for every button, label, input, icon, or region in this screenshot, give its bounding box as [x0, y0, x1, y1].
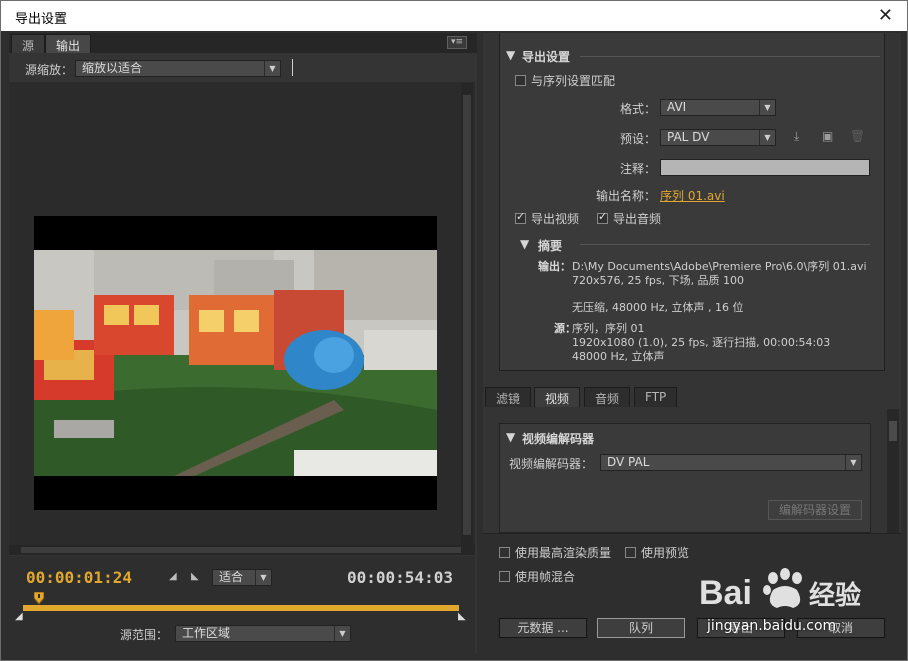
scroll-thumb[interactable] [889, 421, 897, 441]
playhead-icon[interactable] [34, 592, 44, 606]
video-codec-dropdown[interactable]: DV PAL ▼ [600, 454, 862, 471]
divider [292, 59, 293, 76]
tab-video[interactable]: 视频 [534, 387, 581, 407]
comments-label: 注释： [620, 162, 657, 176]
collapse-arrow-icon[interactable]: ▼ [506, 430, 515, 444]
scroll-thumb[interactable] [463, 95, 471, 535]
export-audio-label: 导出音频 [613, 212, 662, 226]
chevron-down-icon: ▼ [759, 130, 775, 145]
output-name-link[interactable]: 序列 01.avi [660, 187, 725, 204]
tab-source[interactable]: 源 [11, 34, 46, 53]
export-options: 使用最高渲染质量 使用预览 使用帧混合 元数据 ... 队列 导出 取消 [483, 533, 901, 653]
chevron-down-icon: ▼ [759, 100, 775, 115]
collapse-arrow-icon[interactable]: ▼ [520, 237, 529, 251]
codec-settings-button[interactable]: 编解码器设置 [768, 500, 862, 520]
summary-output-key: 输出： [538, 260, 571, 273]
match-sequence-checkbox[interactable] [515, 75, 526, 86]
fit-value: 适合 [219, 570, 244, 584]
format-dropdown[interactable]: AVI ▼ [660, 99, 776, 116]
format-value: AVI [667, 100, 687, 114]
queue-button[interactable]: 队列 [597, 618, 685, 638]
video-viewer [9, 82, 475, 545]
settings-panel: ▼ 导出设置 与序列设置匹配 格式： AVI ▼ 预设： PAL DV ▼ ⤓ … [483, 33, 901, 653]
video-codec-value: DV PAL [607, 455, 650, 469]
mark-in-icon[interactable]: ◢ [169, 571, 177, 582]
export-settings-dialog: 导出设置 ✕ 源 输出 ▾≡ 源缩放： 缩放以适合 ▼ 00:00:01:24 … [0, 0, 908, 661]
settings-scrollbar[interactable] [887, 409, 899, 533]
work-area-start-handle[interactable]: ◢ [15, 611, 23, 622]
window-title: 导出设置 [15, 12, 68, 27]
viewer-horizontal-scrollbar[interactable] [9, 545, 475, 555]
use-previews-label: 使用预览 [641, 546, 690, 560]
mark-out-icon[interactable]: ◣ [191, 571, 199, 582]
source-range-dropdown[interactable]: 工作区域 ▼ [175, 625, 351, 642]
watermark-url: jingyan.baidu.com [707, 618, 837, 634]
tab-ftp[interactable]: FTP [634, 387, 678, 407]
export-audio-checkbox[interactable] [597, 210, 608, 224]
save-preset-icon[interactable]: ⤓ [794, 129, 799, 144]
chevron-down-icon: ▼ [255, 570, 271, 585]
preview-tabs: 源 输出 ▾≡ [9, 33, 477, 53]
max-render-quality-label: 使用最高渲染质量 [515, 546, 612, 560]
chevron-down-icon: ▼ [264, 61, 280, 76]
summary-source-line: 48000 Hz, 立体声 [572, 350, 665, 363]
preset-value: PAL DV [667, 130, 710, 144]
collapse-arrow-icon[interactable]: ▼ [506, 48, 515, 62]
frame-blending-label: 使用帧混合 [515, 570, 576, 584]
tab-filters[interactable]: 滤镜 [485, 387, 532, 407]
export-video-label: 导出视频 [531, 212, 580, 226]
settings-tabs: 滤镜 视频 音频 FTP [483, 387, 901, 407]
tab-output[interactable]: 输出 [45, 34, 92, 53]
summary-output-line: 无压缩, 48000 Hz, 立体声 , 16 位 [572, 301, 744, 314]
close-icon[interactable]: ✕ [878, 5, 893, 26]
video-frame [34, 250, 437, 476]
source-scale-label: 源缩放： [25, 63, 74, 77]
title-bar: 导出设置 ✕ [1, 1, 907, 31]
summary-output-line: 720x576, 25 fps, 下场, 品质 100 [572, 274, 745, 287]
divider [580, 244, 870, 245]
import-preset-icon[interactable]: ▣ [822, 129, 833, 143]
delete-preset-icon[interactable]: 🗑 [850, 129, 865, 143]
total-duration: 00:00:54:03 [347, 568, 453, 587]
work-area-end-handle[interactable]: ◣ [458, 611, 466, 622]
metadata-button[interactable]: 元数据 ... [499, 618, 587, 638]
export-video-checkbox[interactable] [515, 210, 526, 224]
current-timecode[interactable]: 00:00:01:24 [26, 568, 132, 587]
panel-menu-icon[interactable]: ▾≡ [447, 36, 467, 49]
source-scale-dropdown[interactable]: 缩放以适合 ▼ [75, 60, 281, 77]
video-frame-image [34, 250, 437, 476]
preset-dropdown[interactable]: PAL DV ▼ [660, 129, 776, 146]
summary-heading: 摘要 [538, 239, 563, 253]
source-range-value: 工作区域 [182, 626, 231, 640]
scroll-thumb[interactable] [21, 547, 461, 553]
timeline-bar[interactable] [23, 605, 459, 611]
source-scale-value: 缩放以适合 [82, 61, 143, 75]
video-codec-heading: 视频编解码器 [522, 432, 595, 446]
video-codec-label: 视频编解码器： [509, 457, 594, 471]
output-name-label: 输出名称： [596, 189, 657, 203]
preset-label: 预设： [620, 132, 657, 146]
viewer-vertical-scrollbar[interactable] [461, 83, 473, 545]
comments-field[interactable] [660, 159, 870, 176]
video-codec-section: ▼ 视频编解码器 视频编解码器： DV PAL ▼ 编解码器设置 [499, 423, 871, 533]
match-sequence-label: 与序列设置匹配 [531, 74, 616, 88]
export-settings-section: ▼ 导出设置 与序列设置匹配 格式： AVI ▼ 预设： PAL DV ▼ ⤓ … [499, 33, 885, 371]
timeline-controls: 00:00:01:24 ◢ ◣ 适合 ▼ 00:00:54:03 ◢ ◣ 源范围… [9, 556, 475, 653]
preview-panel: 源 输出 ▾≡ 源缩放： 缩放以适合 ▼ 00:00:01:24 ◢ ◣ 适合 … [9, 33, 477, 653]
use-previews-checkbox[interactable] [625, 547, 636, 558]
frame-blending-checkbox[interactable] [499, 571, 510, 582]
format-label: 格式： [620, 102, 657, 116]
max-render-quality-checkbox[interactable] [499, 547, 510, 558]
divider [580, 56, 880, 57]
chevron-down-icon: ▼ [845, 455, 861, 470]
source-range-label: 源范围： [120, 628, 169, 642]
export-settings-heading: 导出设置 [522, 50, 571, 64]
tab-audio[interactable]: 音频 [584, 387, 631, 407]
chevron-down-icon: ▼ [334, 626, 350, 641]
fit-dropdown[interactable]: 适合 ▼ [212, 569, 272, 586]
